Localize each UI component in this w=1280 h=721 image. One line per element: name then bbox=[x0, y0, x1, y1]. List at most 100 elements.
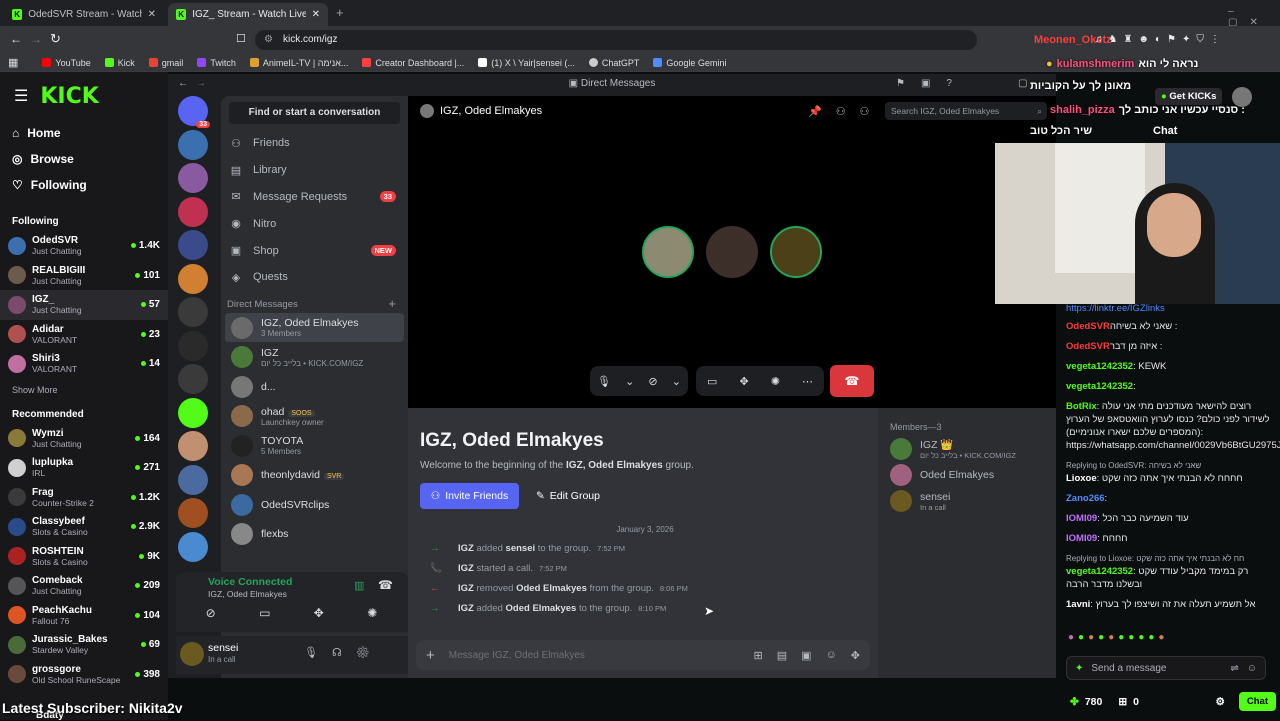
chat-username[interactable]: IOMI09 bbox=[1066, 513, 1097, 524]
emote-icon[interactable]: ● bbox=[1108, 632, 1114, 643]
find-conversation-button[interactable]: Find or start a conversation bbox=[229, 102, 400, 124]
emote-icon[interactable]: ● bbox=[1158, 632, 1164, 643]
bookmark-gemini[interactable]: Google Gemini bbox=[653, 58, 726, 68]
soundboard-icon[interactable]: ✺ bbox=[771, 375, 780, 388]
server-icon[interactable] bbox=[178, 129, 208, 160]
kick-logo[interactable]: KICK bbox=[40, 84, 98, 109]
emote-icon[interactable]: ● bbox=[1078, 632, 1084, 643]
browser-extensions[interactable]: ♫♞♜☻◐⚑✦⛉⋮ bbox=[1095, 34, 1226, 45]
reload-icon[interactable]: ↻ bbox=[50, 31, 61, 47]
chat-username[interactable]: vegeta1242352 bbox=[1066, 566, 1133, 577]
dm-item[interactable]: flexbs bbox=[225, 519, 404, 549]
mic-icon[interactable]: 🎙 bbox=[597, 375, 611, 388]
bookmark-icon[interactable]: ☐ bbox=[236, 32, 246, 45]
bookmark-x[interactable]: (1) X \ Yair|sensei (... bbox=[478, 58, 575, 68]
edit-group-button[interactable]: ✎ Edit Group bbox=[528, 483, 608, 509]
apps-icon[interactable]: ▦ bbox=[8, 56, 18, 69]
event-actor[interactable]: IGZ bbox=[458, 583, 474, 594]
chat-username[interactable]: Zano266 bbox=[1066, 493, 1105, 504]
dm-item[interactable]: TOYOTA 5 Members bbox=[225, 431, 404, 461]
chat-username[interactable]: Lioxoe bbox=[1066, 473, 1097, 484]
emote-icon[interactable]: ● bbox=[1088, 632, 1094, 643]
soundboard-icon[interactable]: ✺ bbox=[367, 606, 377, 620]
server-icon[interactable] bbox=[178, 230, 208, 260]
emote-icon[interactable]: ● bbox=[1148, 632, 1154, 643]
menu-item-quests[interactable]: ◈ Quests bbox=[221, 264, 408, 291]
chat-username[interactable]: vegeta1242352 bbox=[1066, 381, 1133, 392]
bookmark-kick[interactable]: Kick bbox=[104, 58, 135, 68]
chevron-down-icon[interactable]: ⌄ bbox=[672, 375, 681, 388]
emote-icon[interactable]: ● bbox=[1138, 632, 1144, 643]
chat-username[interactable]: IOMI09 bbox=[1066, 533, 1097, 544]
server-icon[interactable] bbox=[178, 498, 208, 528]
gift-icon[interactable]: ⊞ bbox=[754, 649, 763, 662]
event-actor[interactable]: IGZ bbox=[458, 563, 474, 574]
participant-avatar-oded[interactable] bbox=[706, 226, 758, 278]
translate-icon[interactable]: ⇌ bbox=[1230, 663, 1238, 674]
signal-icon[interactable]: ▥ bbox=[354, 579, 364, 592]
new-tab-icon[interactable]: + bbox=[336, 5, 344, 20]
emoji-icon[interactable]: ☺ bbox=[826, 649, 837, 661]
more-icon[interactable]: ⋯ bbox=[802, 375, 813, 388]
screen-share-icon[interactable]: ▭ bbox=[259, 606, 270, 620]
server-icon[interactable] bbox=[178, 163, 208, 193]
bookmark-twitch[interactable]: Twitch bbox=[197, 58, 236, 68]
dm-item[interactable]: ohad SOOS Launchkey owner bbox=[225, 401, 404, 431]
call-header-actions[interactable]: 📌⚇⚇ bbox=[808, 105, 883, 118]
sidebar-channel-shiri3[interactable]: Shiri3 VALORANT 14 bbox=[0, 349, 168, 379]
site-info-icon[interactable]: ⚙ bbox=[264, 30, 273, 50]
sticker-icon[interactable]: ▣ bbox=[801, 649, 811, 662]
address-bar[interactable]: ⚙ kick.com/igz bbox=[255, 30, 977, 50]
activities-icon[interactable]: ✥ bbox=[314, 606, 324, 620]
avatar[interactable] bbox=[180, 642, 204, 666]
camera-off-icon[interactable]: ⊘ bbox=[648, 375, 657, 388]
sidebar-channel-roshtein[interactable]: ROSHTEIN Slots & Casino 9K bbox=[0, 542, 168, 572]
bookmark-chatgpt[interactable]: ChatGPT bbox=[588, 58, 639, 68]
event-actor[interactable]: IGZ bbox=[458, 543, 474, 554]
dm-item[interactable]: OdedSVRclips bbox=[225, 490, 404, 520]
participant-avatar-sensei[interactable] bbox=[770, 226, 822, 278]
get-kicks-button[interactable]: ● Get KICKs bbox=[1155, 88, 1223, 105]
emoji-icon[interactable]: ☺ bbox=[1247, 663, 1257, 674]
dm-item[interactable]: IGZ בלייב כל יום • KICK.COM/IGZ bbox=[225, 342, 404, 372]
server-icon[interactable] bbox=[178, 397, 208, 428]
sidebar-channel-igz_[interactable]: IGZ_ Just Chatting 57 bbox=[0, 290, 168, 320]
event-target[interactable]: Oded Elmakyes bbox=[516, 583, 587, 594]
user-controls[interactable]: 🎙☊⚙ bbox=[304, 646, 384, 659]
bookmark-creator-dashboard[interactable]: Creator Dashboard |... bbox=[362, 58, 464, 68]
sidebar-channel-realbigiii[interactable]: REALBIGIII Just Chatting 101 bbox=[0, 261, 168, 291]
emote-icon[interactable]: ● bbox=[1128, 632, 1134, 643]
browser-tab-igz[interactable]: K IGZ_ Stream - Watch Live on Kick ✕ bbox=[168, 3, 328, 26]
chat-username[interactable]: BotRix bbox=[1066, 401, 1097, 412]
dm-item[interactable]: theonlydavid SVR bbox=[225, 460, 404, 490]
emote-icon[interactable]: ● bbox=[1098, 632, 1104, 643]
member-item[interactable]: Oded Elmakyes bbox=[878, 462, 1056, 488]
close-tab-icon[interactable]: ✕ bbox=[312, 9, 320, 20]
server-icon[interactable] bbox=[178, 431, 208, 461]
bookmark-animeil[interactable]: AnimeIL-TV | אנימה... bbox=[249, 58, 348, 68]
sidebar-channel-wymzi[interactable]: Wymzi Just Chatting 164 bbox=[0, 424, 168, 454]
forward-icon[interactable]: → bbox=[30, 32, 42, 46]
sidebar-channel-grossgore[interactable]: grossgore Old School RuneScape 398 bbox=[0, 660, 168, 690]
sparkle-icon[interactable]: ✦ bbox=[1075, 663, 1083, 674]
menu-item-friends[interactable]: ⚇ Friends bbox=[221, 130, 408, 157]
end-call-button[interactable]: ☎ bbox=[830, 365, 874, 397]
browser-tab-odedsvr[interactable]: K OdedSVR Stream - Watch Live on Kic ✕ bbox=[4, 3, 164, 26]
close-tab-icon[interactable]: ✕ bbox=[148, 9, 156, 20]
menu-item-nitro[interactable]: ◉ Nitro bbox=[221, 210, 408, 237]
menu-item-shop[interactable]: ▣ Shop NEW bbox=[221, 237, 408, 264]
chat-button[interactable]: Chat bbox=[1238, 692, 1276, 711]
bookmark-gmail[interactable]: gmail bbox=[148, 58, 183, 68]
event-actor[interactable]: IGZ bbox=[458, 603, 474, 614]
server-icon[interactable] bbox=[178, 531, 208, 562]
member-item[interactable]: sensei In a call bbox=[878, 488, 1056, 514]
chat-username[interactable]: 1avni bbox=[1066, 599, 1090, 610]
gif-icon[interactable]: ▤ bbox=[777, 649, 787, 662]
discord-title-actions[interactable]: ⚑▣? bbox=[896, 74, 968, 94]
event-target[interactable]: Oded Elmakyes bbox=[506, 603, 577, 614]
nav-home[interactable]: ⌂ Home bbox=[0, 120, 168, 146]
message-input[interactable]: Message IGZ, Oded Elmakyes bbox=[449, 650, 740, 661]
server-icon[interactable] bbox=[178, 263, 208, 294]
server-icon[interactable] bbox=[178, 364, 208, 394]
chevron-down-icon[interactable]: ⌄ bbox=[625, 375, 634, 388]
